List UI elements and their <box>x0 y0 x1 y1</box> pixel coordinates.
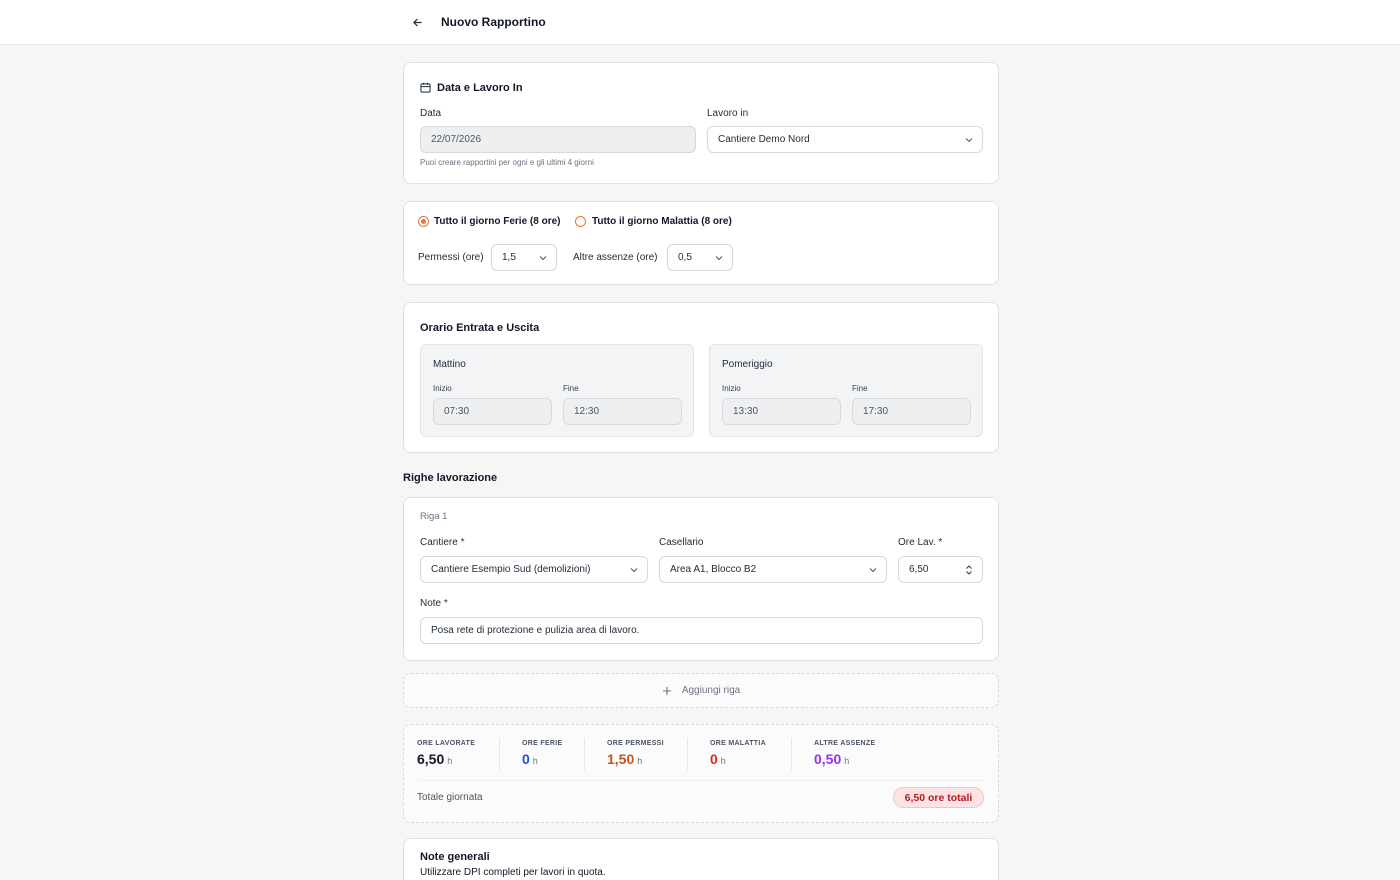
stat-lavorate-value: 6,50 h <box>417 751 453 767</box>
date-work-title: Data e Lavoro In <box>437 82 523 94</box>
plus-icon <box>662 686 671 695</box>
stepper-icon[interactable] <box>965 564 973 576</box>
total-label: Totale giornata <box>417 792 483 803</box>
general-notes-title: Note generali <box>420 851 490 863</box>
absence-card: Tutto il giorno Ferie (8 ore) Tutto il g… <box>403 201 999 285</box>
permessi-value: 1,5 <box>502 252 516 263</box>
schedule-title: Orario Entrata e Uscita <box>420 322 540 334</box>
stat-separator <box>791 738 792 770</box>
chevron-down-icon <box>715 256 723 261</box>
stat-ferie-value: 0h <box>522 751 538 767</box>
date-hint: Puoi creare rapportini per ogni e gli ul… <box>420 158 594 167</box>
altre-assenze-label: Altre assenze (ore) <box>573 252 658 263</box>
afternoon-panel: Pomeriggio Inizio 13:30 Fine 17:30 <box>709 344 983 437</box>
afternoon-start-value: 13:30 <box>733 406 759 417</box>
malattia-label[interactable]: Tutto il giorno Malattia (8 ore) <box>592 216 732 227</box>
general-notes-text: Utilizzare DPI completi per lavori in qu… <box>420 867 606 878</box>
morning-end-value: 12:30 <box>574 406 600 417</box>
chevron-down-icon <box>630 568 638 573</box>
work-label: Lavoro in <box>707 108 749 119</box>
note-label: Note * <box>420 598 448 609</box>
morning-panel: Mattino Inizio 07:30 Fine 12:30 <box>420 344 694 437</box>
morning-start-value: 07:30 <box>444 406 470 417</box>
add-row-label: Aggiungi riga <box>681 685 741 696</box>
stat-altre-label: ALTRE ASSENZE <box>814 740 876 747</box>
stat-ferie-label: ORE FERIE <box>522 740 563 747</box>
afternoon-end-value: 17:30 <box>863 406 889 417</box>
permessi-select[interactable]: 1,5 <box>491 244 557 271</box>
ore-stepper[interactable]: 6,50 <box>898 556 983 583</box>
ore-value: 6,50 <box>909 564 929 575</box>
morning-start-label: Inizio <box>433 384 452 393</box>
afternoon-end-label: Fine <box>852 384 868 393</box>
cantiere-value: Cantiere Esempio Sud (demolizioni) <box>431 564 591 575</box>
top-bar: Nuovo Rapportino <box>0 0 1400 45</box>
work-row-card: Riga 1 Cantiere * Cantiere Esempio Sud (… <box>403 497 999 661</box>
rows-section-title: Righe lavorazione <box>403 472 498 484</box>
note-field[interactable]: Posa rete di protezione e pulizia area d… <box>420 617 983 644</box>
date-value: 22/07/2026 <box>431 134 482 145</box>
afternoon-start-field[interactable]: 13:30 <box>722 398 841 425</box>
stat-malattia-value: 0h <box>710 751 726 767</box>
date-field[interactable]: 22/07/2026 <box>420 126 696 153</box>
back-button[interactable] <box>407 12 427 32</box>
malattia-radio[interactable] <box>575 216 586 227</box>
arrow-left-icon <box>412 18 422 26</box>
stat-lavorate-label: ORE LAVORATE <box>417 740 476 747</box>
total-badge: 6,50 ore totali <box>893 787 984 808</box>
morning-title: Mattino <box>433 359 466 370</box>
afternoon-end-field[interactable]: 17:30 <box>852 398 971 425</box>
ore-label: Ore Lav. * <box>898 537 943 548</box>
stat-permessi-value: 1,50 h <box>607 751 643 767</box>
chevron-down-icon <box>869 568 877 573</box>
afternoon-start-label: Inizio <box>722 384 741 393</box>
row-title: Riga 1 <box>420 511 448 522</box>
page-title: Nuovo Rapportino <box>441 15 546 29</box>
ferie-label[interactable]: Tutto il giorno Ferie (8 ore) <box>434 216 560 227</box>
summary-divider <box>417 780 985 781</box>
date-label: Data <box>420 108 442 119</box>
stat-permessi-label: ORE PERMESSI <box>607 740 664 747</box>
add-row-button[interactable]: Aggiungi riga <box>403 673 999 708</box>
altre-assenze-select[interactable]: 0,5 <box>667 244 733 271</box>
work-select[interactable]: Cantiere Demo Nord <box>707 126 983 153</box>
morning-end-label: Fine <box>563 384 579 393</box>
date-work-card: Data e Lavoro In Data 22/07/2026 Puoi cr… <box>403 62 999 184</box>
casellario-select[interactable]: Area A1, Blocco B2 <box>659 556 887 583</box>
stat-separator <box>687 738 688 770</box>
stat-separator <box>499 738 500 770</box>
stat-malattia-label: ORE MALATTIA <box>710 740 766 747</box>
morning-end-field[interactable]: 12:30 <box>563 398 682 425</box>
general-notes-card: Note generali Utilizzare DPI completi pe… <box>403 838 999 880</box>
casellario-value: Area A1, Blocco B2 <box>670 564 757 575</box>
afternoon-title: Pomeriggio <box>722 359 773 370</box>
ferie-radio[interactable] <box>418 216 429 227</box>
summary-card <box>403 724 999 823</box>
stat-separator <box>584 738 585 770</box>
cantiere-select[interactable]: Cantiere Esempio Sud (demolizioni) <box>420 556 648 583</box>
chevron-down-icon <box>965 138 973 143</box>
cantiere-label: Cantiere * <box>420 537 465 548</box>
altre-assenze-value: 0,5 <box>678 252 692 263</box>
chevron-down-icon <box>539 256 547 261</box>
work-value: Cantiere Demo Nord <box>718 134 810 145</box>
calendar-icon <box>420 82 431 93</box>
casellario-label: Casellario <box>659 537 704 548</box>
permessi-label: Permessi (ore) <box>418 252 484 263</box>
schedule-card: Orario Entrata e Uscita Mattino Inizio 0… <box>403 302 999 453</box>
morning-start-field[interactable]: 07:30 <box>433 398 552 425</box>
note-value: Posa rete di protezione e pulizia area d… <box>431 625 640 636</box>
stat-altre-value: 0,50 h <box>814 751 850 767</box>
